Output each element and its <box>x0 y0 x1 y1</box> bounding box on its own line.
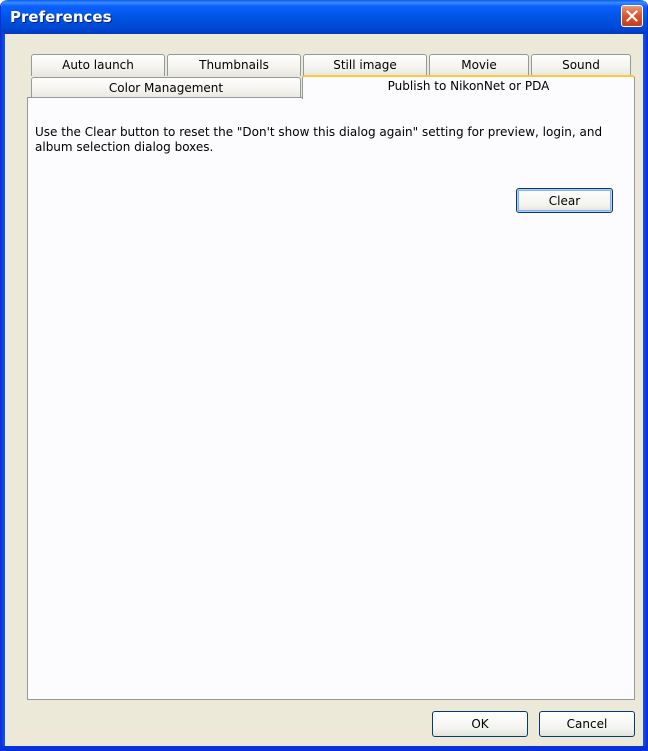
tab-thumbnails[interactable]: Thumbnails <box>167 54 301 76</box>
tab-movie[interactable]: Movie <box>429 54 529 76</box>
window-frame-right <box>643 34 647 750</box>
tab-color-management[interactable]: Color Management <box>31 77 301 99</box>
preferences-window: Preferences Auto launch Thumbnails Still… <box>0 0 648 751</box>
title-bar[interactable]: Preferences <box>1 0 647 34</box>
window-frame-left <box>1 34 5 750</box>
tab-publish-nikonnet-pda[interactable]: Publish to NikonNet or PDA <box>302 75 635 99</box>
clear-button[interactable]: Clear <box>516 188 613 213</box>
tab-still-image[interactable]: Still image <box>303 54 427 76</box>
tab-auto-launch[interactable]: Auto launch <box>31 54 165 76</box>
close-icon <box>626 10 638 22</box>
close-button[interactable] <box>621 5 643 27</box>
cancel-button[interactable]: Cancel <box>539 711 635 737</box>
tab-panel-publish: Use the Clear button to reset the "Don't… <box>27 97 635 700</box>
tab-sound[interactable]: Sound <box>531 54 631 76</box>
ok-button[interactable]: OK <box>432 711 528 737</box>
clear-setting-description: Use the Clear button to reset the "Don't… <box>35 125 603 154</box>
window-frame-bottom <box>1 746 647 750</box>
window-title: Preferences <box>10 8 112 26</box>
